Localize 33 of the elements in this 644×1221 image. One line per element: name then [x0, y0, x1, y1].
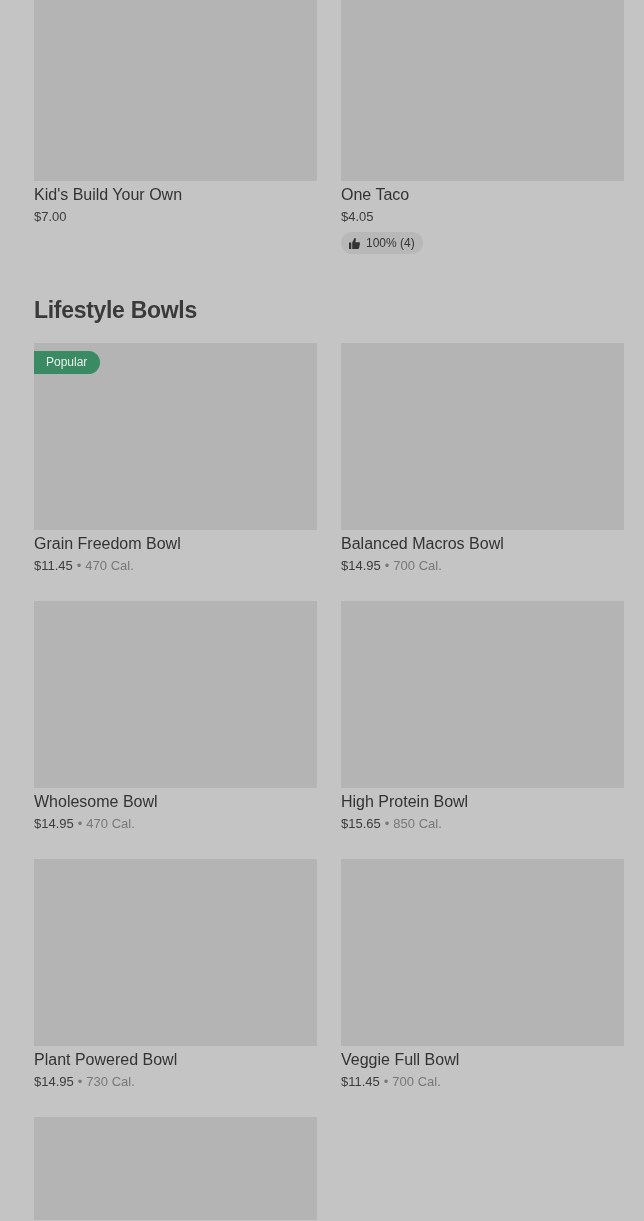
item-name[interactable]: Wholesome Bowl — [34, 792, 317, 812]
item-calories: 470 Cal. — [85, 557, 134, 575]
item-calories: 850 Cal. — [393, 815, 442, 833]
image-placeholder[interactable]: Popular — [34, 343, 317, 530]
separator-dot: • — [77, 815, 83, 833]
section-heading: Lifestyle Bowls — [34, 296, 198, 324]
item-calories: 730 Cal. — [86, 1073, 135, 1091]
item-calories: 470 Cal. — [86, 815, 135, 833]
item-name[interactable]: Grain Freedom Bowl — [34, 534, 317, 554]
separator-dot: • — [77, 1073, 83, 1091]
item-price: $14.95 — [34, 815, 74, 833]
item-price: $15.65 — [341, 815, 381, 833]
item-price: $4.05 — [341, 208, 374, 226]
rating-pill: 100% (4) — [341, 232, 423, 254]
separator-dot: • — [383, 1073, 389, 1091]
item-name[interactable]: Kid's Build Your Own — [34, 185, 317, 205]
popular-badge: Popular — [34, 351, 101, 374]
item-name[interactable]: Balanced Macros Bowl — [341, 534, 624, 554]
item-price: $11.45 — [34, 557, 73, 575]
item-price: $14.95 — [341, 557, 381, 575]
item-price: $11.45 — [341, 1073, 380, 1091]
item-name[interactable]: One Taco — [341, 185, 624, 205]
item-price: $7.00 — [34, 208, 67, 226]
separator-dot: • — [384, 815, 390, 833]
thumbs-up-icon — [349, 237, 360, 249]
item-name[interactable]: Veggie Full Bowl — [341, 1050, 624, 1070]
item-name[interactable]: Plant Powered Bowl — [34, 1050, 317, 1070]
item-calories: 700 Cal. — [393, 557, 442, 575]
item-name[interactable]: High Protein Bowl — [341, 792, 624, 812]
item-price: $14.95 — [34, 1073, 74, 1091]
separator-dot: • — [384, 557, 390, 575]
item-calories: 700 Cal. — [392, 1073, 441, 1091]
separator-dot: • — [76, 557, 82, 575]
